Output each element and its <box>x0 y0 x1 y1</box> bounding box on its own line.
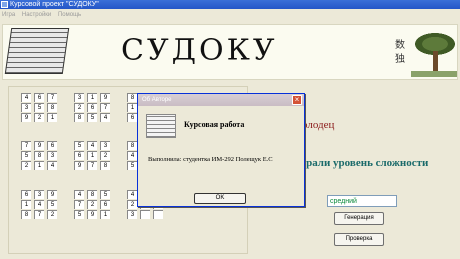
sudoku-cell[interactable]: 2 <box>127 200 137 209</box>
sudoku-cell[interactable]: 1 <box>47 113 57 122</box>
generate-button[interactable]: Генерация <box>334 212 384 225</box>
sudoku-cell[interactable]: 5 <box>100 190 110 199</box>
dialog-title: Об Авторе <box>142 97 172 103</box>
sudoku-cell[interactable]: 8 <box>127 93 137 102</box>
sudoku-cell[interactable]: 6 <box>100 200 110 209</box>
sudoku-cell[interactable]: 5 <box>21 151 31 160</box>
sudoku-cell[interactable]: 2 <box>47 210 57 219</box>
menu-item-help[interactable]: Помощь <box>58 12 81 18</box>
sudoku-cell[interactable]: 3 <box>127 210 137 219</box>
sudoku-cell[interactable]: 1 <box>87 151 97 160</box>
sudoku-cell[interactable]: 7 <box>34 210 44 219</box>
sudoku-cell[interactable]: 6 <box>21 190 31 199</box>
sudoku-cell[interactable]: 1 <box>127 103 137 112</box>
sudoku-cell[interactable]: 3 <box>21 103 31 112</box>
banner-kanji: 数 独 <box>395 39 405 67</box>
sudoku-cell[interactable]: 8 <box>47 103 57 112</box>
dialog-titlebar: Об Авторе × <box>138 94 304 106</box>
sudoku-cell[interactable]: 8 <box>21 210 31 219</box>
sudoku-cell[interactable]: 2 <box>100 151 110 160</box>
sudoku-cell[interactable]: 6 <box>127 113 137 122</box>
sudoku-cell[interactable]: 7 <box>21 141 31 150</box>
sudoku-cell[interactable]: 4 <box>127 151 137 160</box>
sudoku-cell[interactable]: 7 <box>47 93 57 102</box>
sudoku-cell[interactable]: 2 <box>21 161 31 170</box>
kanji-top: 数 <box>395 40 405 51</box>
sudoku-cell[interactable]: 6 <box>74 151 84 160</box>
level-chosen-text: ыбрали уровень сложности <box>292 157 429 169</box>
sudoku-cell[interactable]: 7 <box>87 161 97 170</box>
sudoku-block: 319 267 854 <box>74 93 114 123</box>
check-button[interactable]: Проверка <box>334 233 384 246</box>
window-titlebar: Курсовой проект "СУДОКУ" <box>0 0 460 9</box>
dialog-heading: Курсовая работа <box>184 120 245 129</box>
sudoku-cell[interactable]: 5 <box>34 103 44 112</box>
sudoku-cell[interactable]: 4 <box>34 200 44 209</box>
sudoku-cell[interactable]: 8 <box>127 141 137 150</box>
sudoku-banner: СУДОКУ 数 独 <box>2 24 458 80</box>
sudoku-cell[interactable]: 1 <box>87 93 97 102</box>
sudoku-cell[interactable]: 5 <box>74 210 84 219</box>
sudoku-cell[interactable]: 5 <box>74 141 84 150</box>
sudoku-cell[interactable]: 4 <box>100 113 110 122</box>
sudoku-block: 639 145 872 <box>21 190 61 220</box>
sudoku-cell[interactable]: 8 <box>74 113 84 122</box>
sudoku-cell[interactable]: 4 <box>21 93 31 102</box>
menu-item-game[interactable]: Игра <box>2 12 15 18</box>
sudoku-cell[interactable]: 9 <box>100 93 110 102</box>
sudoku-cell[interactable]: 6 <box>47 141 57 150</box>
sudoku-cell[interactable]: 9 <box>34 141 44 150</box>
kanji-bottom: 独 <box>395 54 405 65</box>
sudoku-cell[interactable]: 2 <box>87 200 97 209</box>
window-title: Курсовой проект "СУДОКУ" <box>10 1 99 8</box>
sudoku-block: 543 612 978 <box>74 141 114 171</box>
app-icon <box>1 1 8 8</box>
sudoku-cell[interactable]: 3 <box>74 93 84 102</box>
sudoku-book-image <box>4 28 70 74</box>
sudoku-cell[interactable]: 7 <box>100 103 110 112</box>
sudoku-cell[interactable]: 6 <box>87 103 97 112</box>
sudoku-cell[interactable]: 1 <box>21 200 31 209</box>
sudoku-block: 467 358 921 <box>21 93 61 123</box>
dialog-author-text: Выполнила: студентка ИМ-292 Полещук Е.С <box>148 156 273 163</box>
sudoku-cell[interactable]: 6 <box>34 93 44 102</box>
menu-item-settings[interactable]: Настройки <box>22 12 51 18</box>
congrats-text: олодец <box>302 119 335 131</box>
sudoku-cell[interactable]: 3 <box>34 190 44 199</box>
about-dialog: Об Авторе × Курсовая работа Выполнила: с… <box>137 93 305 207</box>
menu-bar: Игра Настройки Помощь <box>0 9 460 21</box>
sudoku-cell[interactable]: 5 <box>47 200 57 209</box>
sudoku-cell[interactable]: 5 <box>127 161 137 170</box>
sudoku-cell[interactable]: 4 <box>127 190 137 199</box>
dialog-book-icon <box>146 114 176 138</box>
bonsai-tree-image <box>411 29 457 77</box>
banner-logo-text: СУДОКУ <box>121 33 278 68</box>
sudoku-cell[interactable]: 4 <box>47 161 57 170</box>
sudoku-cell[interactable]: 5 <box>87 113 97 122</box>
sudoku-cell[interactable]: 3 <box>100 141 110 150</box>
sudoku-cell[interactable]: 9 <box>74 161 84 170</box>
sudoku-cell[interactable] <box>140 210 150 219</box>
sudoku-cell[interactable]: 8 <box>100 161 110 170</box>
sudoku-cell[interactable]: 2 <box>74 103 84 112</box>
sudoku-cell[interactable]: 3 <box>47 151 57 160</box>
sudoku-cell[interactable] <box>153 210 163 219</box>
sudoku-block: 485726591 <box>74 190 114 220</box>
sudoku-cell[interactable]: 1 <box>34 161 44 170</box>
sudoku-cell[interactable]: 2 <box>34 113 44 122</box>
close-icon[interactable]: × <box>292 95 302 105</box>
ok-button[interactable]: OK <box>194 193 246 204</box>
sudoku-cell[interactable]: 4 <box>87 141 97 150</box>
sudoku-cell[interactable]: 8 <box>34 151 44 160</box>
sudoku-cell[interactable]: 9 <box>47 190 57 199</box>
sudoku-block: 796 583 214 <box>21 141 61 171</box>
sudoku-cell[interactable]: 7 <box>74 200 84 209</box>
level-field[interactable]: средний <box>327 195 397 207</box>
sudoku-cell[interactable]: 9 <box>21 113 31 122</box>
sudoku-cell[interactable]: 1 <box>100 210 110 219</box>
sudoku-cell[interactable]: 8 <box>87 190 97 199</box>
sudoku-cell[interactable]: 9 <box>87 210 97 219</box>
sudoku-cell[interactable]: 4 <box>74 190 84 199</box>
